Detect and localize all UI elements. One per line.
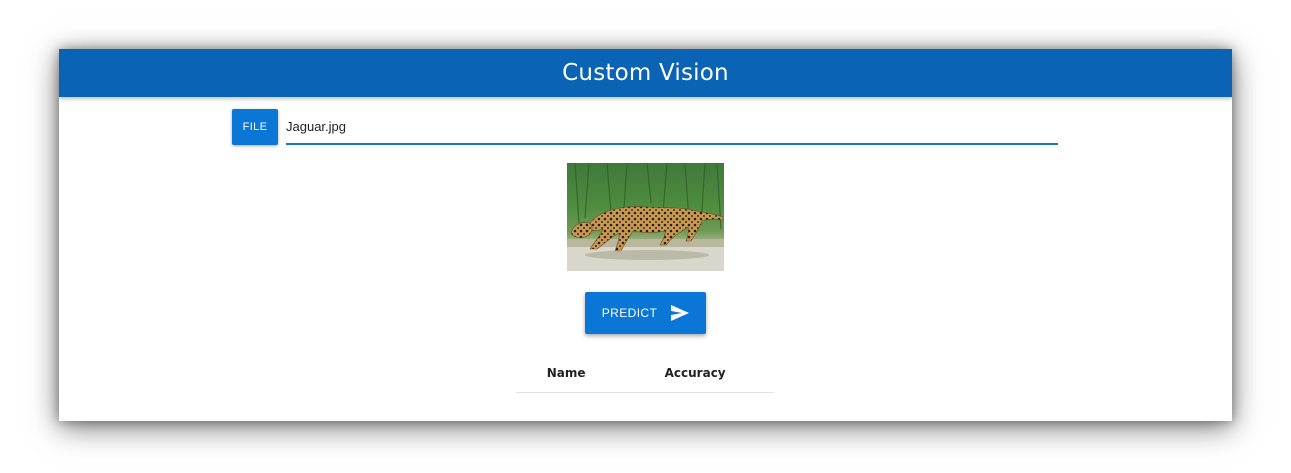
predict-button[interactable]: PREDICT [585, 292, 706, 334]
results-table: Name Accuracy [516, 354, 774, 393]
results-header-row: Name Accuracy [516, 354, 774, 393]
file-picker: FILE [232, 109, 1058, 146]
file-name-field[interactable] [286, 109, 1058, 145]
jaguar-image [567, 163, 724, 271]
image-preview [567, 163, 724, 271]
app-window: Custom Vision FILE Jaguar.jpg PREDICT Na… [59, 49, 1232, 421]
app-title: Custom Vision [562, 60, 729, 86]
file-button[interactable]: FILE [232, 109, 278, 145]
app-bar: Custom Vision [59, 49, 1232, 97]
column-header-name[interactable]: Name [516, 354, 617, 393]
predict-label: PREDICT [601, 306, 658, 320]
column-header-accuracy[interactable]: Accuracy [616, 354, 774, 393]
send-icon [671, 305, 690, 321]
